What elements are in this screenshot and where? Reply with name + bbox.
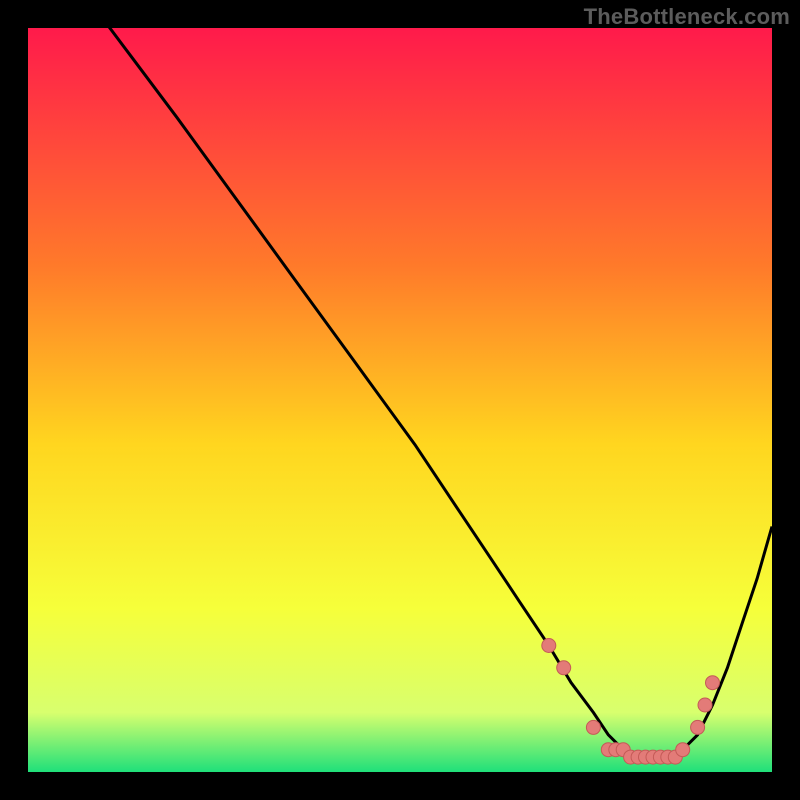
chart-frame: TheBottleneck.com [0, 0, 800, 800]
data-marker [542, 639, 556, 653]
data-marker [676, 743, 690, 757]
data-marker [557, 661, 571, 675]
gradient-background [28, 28, 772, 772]
plot-area [28, 28, 772, 772]
data-marker [706, 676, 720, 690]
plot-svg [28, 28, 772, 772]
data-marker [586, 720, 600, 734]
watermark-text: TheBottleneck.com [584, 4, 790, 30]
data-marker [698, 698, 712, 712]
data-marker [691, 720, 705, 734]
